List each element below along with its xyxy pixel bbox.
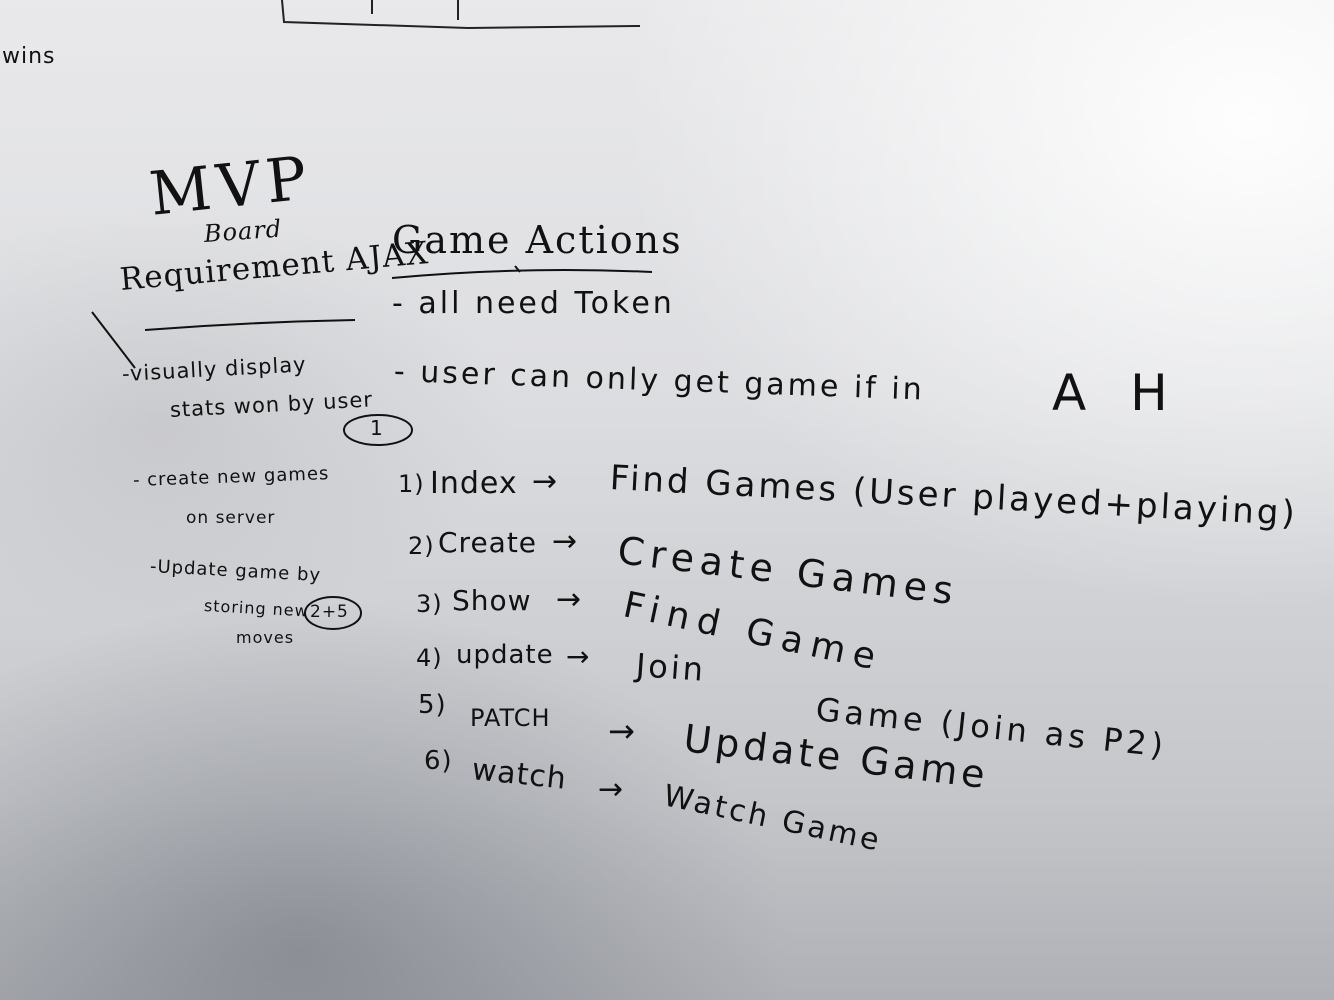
top-box-stroke — [281, 0, 641, 30]
action-3-arrow: → — [556, 582, 583, 617]
action-4-description: Join — [634, 646, 708, 689]
action-2-method: Create — [438, 526, 538, 559]
action-3-number: 3) — [416, 590, 443, 618]
requirement-underline — [144, 319, 356, 331]
requirement-2-line-2: on server — [186, 508, 276, 528]
action-6-arrow: → — [598, 772, 625, 807]
action-5-arrow: → — [608, 712, 636, 750]
action-2-number: 2) — [408, 532, 435, 560]
action-3-method: Show — [452, 584, 532, 617]
whiteboard-photo: wins MVP Board Requirement AJAX -visuall… — [0, 0, 1334, 1000]
action-1-number: 1) — [398, 470, 425, 498]
top-box-divider — [371, 0, 459, 20]
requirement-3-badge: 2+5 — [310, 602, 349, 622]
game-actions-heading: Game Actions — [392, 218, 683, 262]
action-5-number: 5) — [418, 690, 447, 720]
requirement-1-badge: 1 — [370, 416, 384, 440]
action-5-method: PATCH — [470, 704, 551, 732]
action-4-arrow: → — [566, 640, 591, 673]
diagonal-arrow-mark — [91, 311, 136, 369]
action-1-arrow: → — [532, 464, 559, 499]
action-4-method: update — [456, 640, 554, 670]
action-2-arrow: → — [552, 524, 579, 559]
note-user-access-tail: A H — [1052, 364, 1182, 422]
game-actions-underline — [391, 269, 653, 279]
action-4-number: 4) — [416, 644, 443, 672]
wins-label: wins — [2, 44, 56, 69]
action-1-method: Index — [430, 466, 518, 501]
requirement-3-line-3: moves — [236, 628, 295, 647]
action-6-number: 6) — [424, 746, 453, 776]
note-all-need-token: - all need Token — [392, 286, 675, 321]
board-label: Board — [203, 214, 284, 248]
